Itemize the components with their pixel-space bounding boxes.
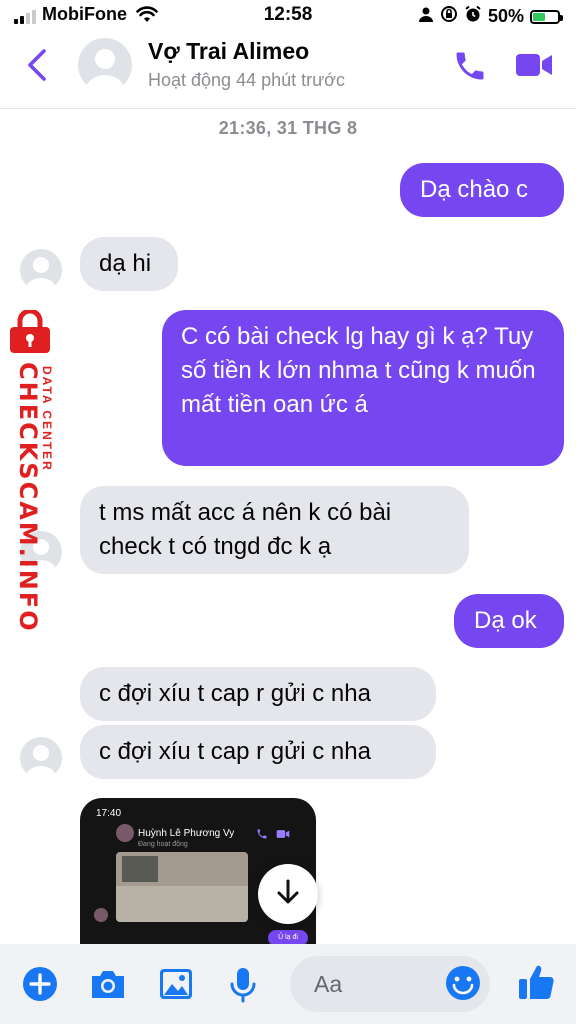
battery-icon	[530, 9, 563, 24]
message-received[interactable]: dạ hi	[80, 237, 178, 291]
camera-icon	[88, 971, 128, 1006]
camera-button[interactable]	[88, 966, 128, 1007]
scroll-to-bottom-button[interactable]	[258, 864, 318, 924]
microphone-icon	[228, 968, 258, 1008]
message-sent[interactable]: Dạ ok	[454, 594, 564, 648]
voice-message-button[interactable]	[228, 966, 258, 1009]
contact-avatar[interactable]	[78, 38, 132, 92]
contact-name[interactable]: Vợ Trai Alimeo	[148, 38, 309, 65]
attachment-time: 17:40	[96, 808, 122, 819]
arrow-down-icon	[275, 878, 301, 911]
contact-status: Hoạt động 44 phút trước	[148, 70, 345, 90]
attachment-call-icons	[256, 828, 290, 840]
message-received[interactable]: t ms mất acc á nên k có bài check t có t…	[80, 486, 469, 574]
alarm-icon	[464, 5, 482, 28]
voice-call-button[interactable]	[452, 48, 488, 89]
padlock-icon	[6, 308, 64, 359]
more-actions-button[interactable]	[22, 966, 58, 1007]
message-sent[interactable]: C có bài check lg hay gì k ạ? Tuy số tiề…	[162, 310, 564, 466]
smiley-icon	[444, 966, 482, 1006]
attachment-contact-status: Đang hoạt động	[138, 841, 188, 848]
plus-circle-icon	[22, 967, 58, 1006]
battery-percent: 50%	[487, 6, 524, 26]
status-bar: MobiFone 12:58 50%	[0, 0, 576, 30]
message-received[interactable]: c đợi xíu t cap r gửi c nha	[80, 725, 436, 779]
attachment-avatar	[116, 824, 134, 842]
watermark: CHECKSCAM.INFO DATA CENTER	[4, 308, 64, 633]
video-call-button[interactable]	[514, 50, 554, 85]
attachment-contact-name: Huỳnh Lê Phương Vy	[138, 828, 235, 839]
chevron-left-icon	[26, 49, 48, 86]
attachment-bubble: Ủ lạ đi	[268, 930, 308, 944]
watermark-text: CHECKSCAM.INFO	[14, 362, 42, 633]
sender-avatar[interactable]	[20, 249, 62, 291]
person-icon	[418, 6, 434, 27]
message-received[interactable]: c đợi xíu t cap r gửi c nha	[80, 667, 436, 721]
image-icon	[158, 969, 194, 1006]
back-button[interactable]	[26, 48, 48, 87]
attachment-avatar-small	[94, 908, 108, 922]
sender-avatar[interactable]	[20, 737, 62, 779]
like-button[interactable]	[516, 962, 556, 1007]
message-sent[interactable]: Dạ chào c	[400, 163, 564, 217]
video-camera-icon	[514, 54, 554, 84]
thumbs-up-icon	[516, 965, 556, 1006]
phone-icon	[452, 52, 488, 88]
emoji-button[interactable]	[444, 964, 482, 1007]
timestamp-divider: 21:36, 31 THG 8	[218, 118, 358, 138]
message-composer: Aa	[0, 944, 576, 1024]
watermark-subtext: DATA CENTER	[40, 366, 54, 472]
gallery-button[interactable]	[158, 966, 194, 1007]
chat-header: Vợ Trai Alimeo Hoạt động 44 phút trước	[0, 30, 576, 109]
orientation-lock-icon	[440, 5, 458, 28]
attachment-photo	[116, 852, 248, 922]
